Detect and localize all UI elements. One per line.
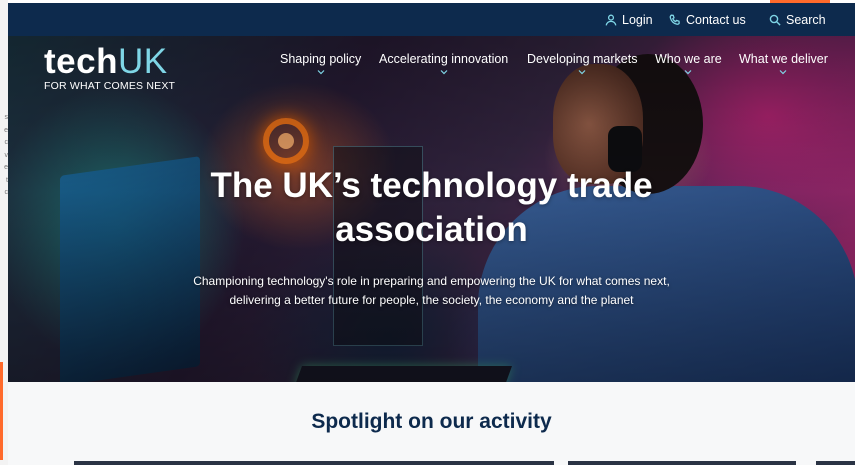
nav-developing-markets[interactable]: Developing markets xyxy=(527,52,637,75)
hero-title: The UK’s technology trade association xyxy=(8,164,855,252)
spotlight-card-top[interactable] xyxy=(568,461,796,465)
viewport: s e c v e t c Login Contact us xyxy=(0,0,855,465)
spotlight-card-top[interactable] xyxy=(816,461,855,465)
contact-link[interactable]: Contact us xyxy=(669,13,746,27)
search-icon xyxy=(769,14,781,26)
spotlight-section: Spotlight on our activity xyxy=(8,382,855,465)
utility-bar: Login Contact us Search xyxy=(8,3,855,36)
search-label: Search xyxy=(786,13,826,27)
user-icon xyxy=(605,14,617,26)
login-link[interactable]: Login xyxy=(605,13,653,27)
chevron-down-icon xyxy=(440,70,448,75)
search-link[interactable]: Search xyxy=(769,13,826,27)
contact-label: Contact us xyxy=(686,13,746,27)
background-accent-bar xyxy=(0,362,3,460)
hero-subtitle: Championing technology's role in prepari… xyxy=(8,272,855,310)
nav-what-we-deliver[interactable]: What we deliver xyxy=(739,52,828,75)
nav-label: Developing markets xyxy=(527,52,638,66)
spotlight-title: Spotlight on our activity xyxy=(311,410,552,433)
edge-letter: c xyxy=(4,189,9,196)
nav-shaping-policy[interactable]: Shaping policy xyxy=(280,52,361,75)
edge-letter: c xyxy=(4,139,9,146)
chevron-down-icon xyxy=(578,70,586,75)
nav-accelerating-innovation[interactable]: Accelerating innovation xyxy=(379,52,508,75)
background-page-text: s e c v e t c xyxy=(0,112,8,200)
spotlight-card-top[interactable] xyxy=(74,461,554,465)
chevron-down-icon xyxy=(780,70,787,75)
nav-label: Shaping policy xyxy=(280,52,362,66)
main-nav: Shaping policy Accelerating innovation D… xyxy=(8,52,855,86)
edge-letter: e xyxy=(4,164,8,171)
login-label: Login xyxy=(622,13,653,27)
hero-banner: techUK FOR WHAT COMES NEXT Shaping polic… xyxy=(8,36,855,382)
hero-subtitle-line-2: delivering a better future for people, t… xyxy=(229,293,634,307)
edge-letter: e xyxy=(4,126,8,134)
edge-letter: t xyxy=(0,175,8,188)
hero-title-line-1: The UK’s technology trade xyxy=(210,166,653,205)
hero-title-line-2: association xyxy=(335,210,528,249)
edge-letter: s xyxy=(4,114,9,121)
edge-letter: v xyxy=(4,151,9,159)
chevron-down-icon xyxy=(317,70,325,75)
nav-who-we-are[interactable]: Who we are xyxy=(655,52,722,75)
phone-icon xyxy=(669,14,680,25)
nav-label: Accelerating innovation xyxy=(379,52,509,66)
hero-subtitle-line-1: Championing technology's role in prepari… xyxy=(193,274,670,288)
nav-label: Who we are xyxy=(655,52,722,66)
nav-label: What we deliver xyxy=(739,52,828,66)
chevron-down-icon xyxy=(684,70,692,75)
